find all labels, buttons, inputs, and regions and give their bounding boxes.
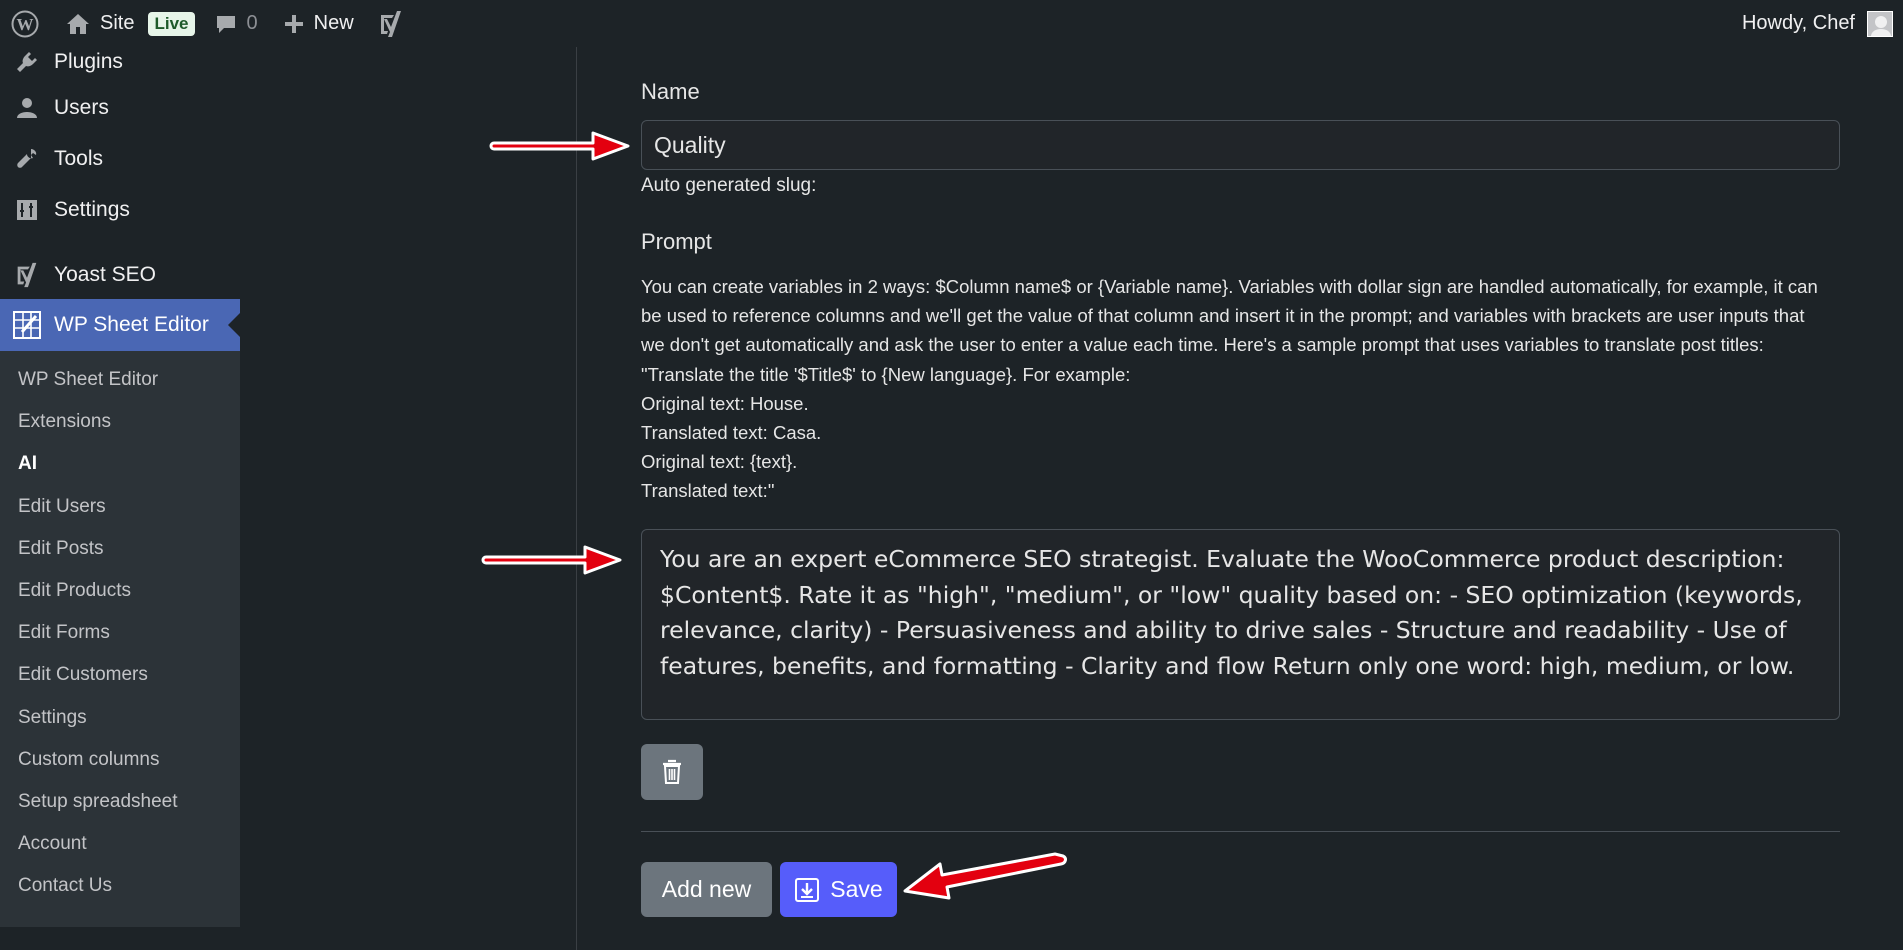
prompt-textarea[interactable]: You are an expert eCommerce SEO strategi… [641, 529, 1840, 720]
account-menu[interactable]: Howdy, Chef [1742, 0, 1893, 47]
save-button[interactable]: Save [780, 862, 897, 917]
trash-icon [663, 759, 681, 784]
wrench-icon [12, 144, 42, 174]
submenu-item-contact-us[interactable]: Contact Us [0, 865, 240, 907]
menu-settings-label: Settings [54, 197, 130, 221]
slug-text: Auto generated slug: [641, 175, 817, 196]
svg-text:W: W [17, 15, 34, 34]
submenu-item-setup-spreadsheet[interactable]: Setup spreadsheet [0, 781, 240, 823]
submenu-item-edit-forms[interactable]: Edit Forms [0, 612, 240, 654]
menu-yoast-seo-label: Yoast SEO [54, 263, 156, 286]
spreadsheet-icon [12, 310, 42, 340]
submenu-item-edit-posts[interactable]: Edit Posts [0, 528, 240, 570]
plugin-icon [12, 47, 42, 77]
admin-bar: W Site Live 0 New Howdy, Chef [0, 0, 1903, 47]
new-label: New [313, 12, 354, 34]
comments-link[interactable]: 0 [195, 0, 258, 47]
help-line: Translated text: Casa. [641, 422, 822, 444]
menu-tools[interactable]: Tools [0, 133, 240, 184]
add-new-button[interactable]: Add new [641, 862, 772, 917]
yoast-icon [12, 260, 42, 290]
menu-tools-label: Tools [54, 146, 104, 170]
delete-button[interactable] [641, 744, 703, 800]
submenu-item-edit-customers[interactable]: Edit Customers [0, 654, 240, 696]
prompt-label: Prompt [641, 229, 712, 254]
menu-plugins-label: Plugins [54, 50, 123, 73]
admin-sidebar: Plugins Users Tools Settings Yoast SEO W… [0, 47, 240, 950]
menu-wp-sheet-editor[interactable]: WP Sheet Editor [0, 299, 240, 351]
form-divider [641, 831, 1840, 832]
submenu-item-settings[interactable]: Settings [0, 697, 240, 739]
menu-users-label: Users [54, 95, 109, 119]
arrow-annotation-icon [903, 852, 1067, 900]
menu-settings[interactable]: Settings [0, 184, 240, 235]
yoast-icon[interactable] [354, 0, 404, 47]
save-label: Save [830, 876, 883, 902]
submenu-item-edit-users[interactable]: Edit Users [0, 486, 240, 528]
menu-users[interactable]: Users [0, 82, 240, 133]
submenu-item-edit-products[interactable]: Edit Products [0, 570, 240, 612]
plus-icon [284, 14, 303, 33]
submenu-wp-sheet-editor: WP Sheet Editor Extensions AI Edit Users… [0, 351, 240, 928]
comment-icon [216, 15, 235, 33]
column-divider [576, 47, 577, 950]
submenu-item-custom-columns[interactable]: Custom columns [0, 739, 240, 781]
submenu-item-account[interactable]: Account [0, 823, 240, 865]
save-icon [795, 877, 820, 902]
site-link[interactable]: Site Live [50, 0, 195, 47]
submenu-item-extensions[interactable]: Extensions [0, 401, 240, 443]
menu-yoast-seo[interactable]: Yoast SEO [0, 251, 240, 299]
comment-count: 0 [246, 12, 258, 34]
submenu-item-wp-sheet-editor[interactable]: WP Sheet Editor [0, 359, 240, 401]
wordpress-logo-icon[interactable]: W [0, 0, 50, 47]
live-badge: Live [148, 11, 195, 36]
home-icon [67, 13, 89, 34]
menu-wp-sheet-editor-label: WP Sheet Editor [54, 313, 209, 336]
menu-plugins[interactable]: Plugins [0, 42, 240, 82]
howdy-text: Howdy, Chef [1741, 12, 1855, 34]
user-icon [12, 93, 42, 123]
new-content-link[interactable]: New [258, 0, 354, 47]
prompt-help-text: You can create variables in 2 ways: $Col… [641, 272, 1831, 506]
name-input[interactable] [641, 120, 1840, 170]
help-line: Translated text:" [641, 480, 775, 502]
settings-icon [12, 195, 42, 225]
help-paragraph: You can create variables in 2 ways: $Col… [641, 276, 1818, 385]
name-label: Name [641, 79, 700, 104]
site-label: Site [100, 12, 135, 34]
help-line: Original text: House. [641, 392, 809, 414]
avatar [1867, 10, 1893, 37]
arrow-annotation-icon [489, 131, 630, 161]
arrow-annotation-icon [481, 545, 622, 575]
help-line: Original text: {text}. [641, 451, 798, 473]
submenu-item-ai[interactable]: AI [0, 443, 240, 485]
